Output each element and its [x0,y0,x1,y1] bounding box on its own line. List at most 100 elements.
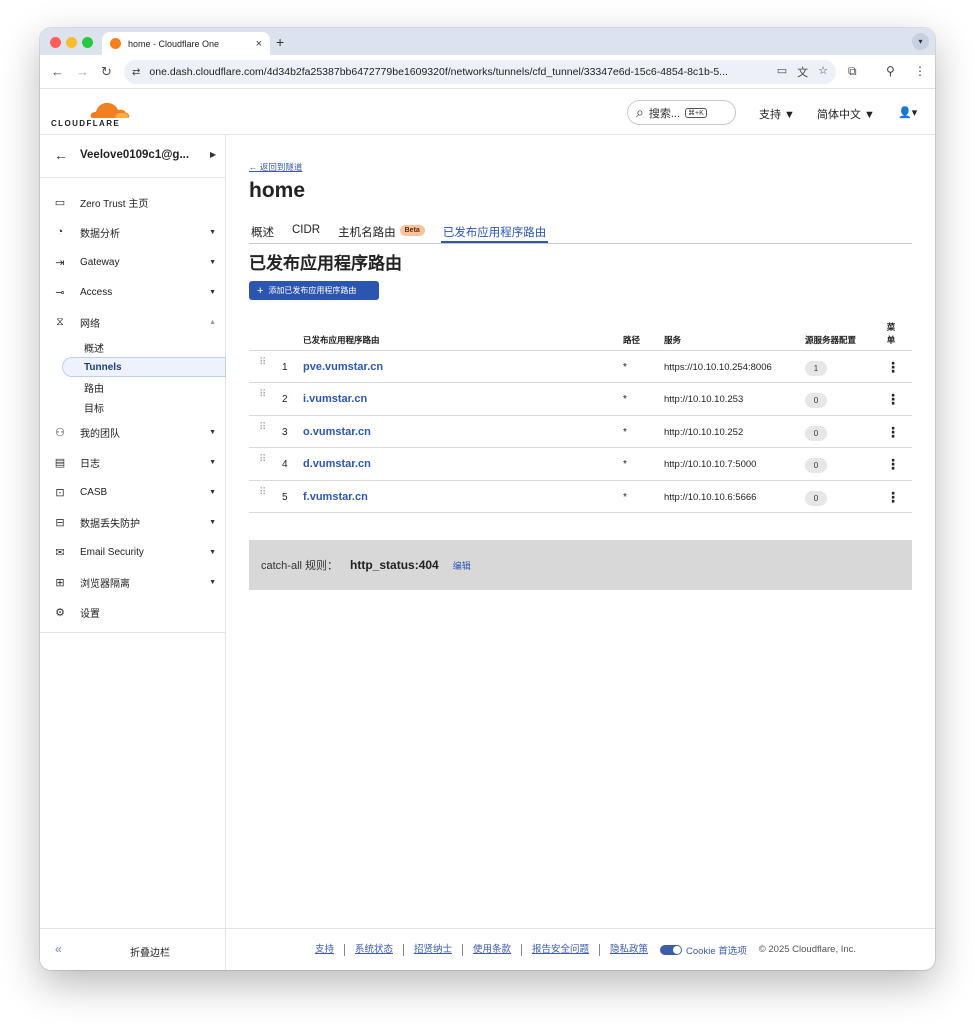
profile-icon[interactable]: ⚲ [886,64,895,78]
support-menu[interactable]: 支持 ▼ [759,106,795,122]
dlp-icon: ⊟ [55,516,65,529]
close-window-button[interactable] [50,37,61,48]
footer-link-security[interactable]: 报告安全问题 [522,943,601,956]
team-icon: ⚇ [55,426,65,439]
route-hostname-link[interactable]: d.vumstar.cn [303,458,371,470]
language-menu[interactable]: 简体中文 ▼ [817,106,875,122]
kebab-menu-icon[interactable]: ⋮ [886,456,900,473]
origin-config-badge: 1 [805,361,827,376]
cookie-preferences-button[interactable]: Cookie 首选项 [658,943,755,957]
address-bar[interactable]: ⇄ one.dash.cloudflare.com/4d34b2fa25387b… [124,60,836,84]
tab-hostname-routes[interactable]: 主机名路由 Beta [336,217,427,243]
plus-icon: + [257,284,264,297]
back-icon[interactable]: ← [51,64,64,79]
kebab-menu-icon[interactable]: ⋮ [886,391,900,408]
sidebar-item-label: 浏览器隔离 [80,578,130,590]
sidebar-item-settings[interactable]: ⚙ 设置 [40,597,226,627]
search-button[interactable]: ⌕ 搜索... ⌘+K [627,100,736,125]
tab-cidr[interactable]: CIDR [290,217,322,243]
route-hostname-link[interactable]: f.vumstar.cn [303,491,368,503]
sidebar-nav: ▭ Zero Trust 主页 ◔ 数据分析 ▼ ⇥ Gateway ▼ ⊸ A… [40,187,226,627]
footer-link-careers[interactable]: 招贤纳士 [404,943,463,956]
reload-icon[interactable]: ↻ [101,64,112,80]
sidebar-item-logs[interactable]: ▤ 日志 ▼ [40,447,226,477]
section-title: 已发布应用程序路由 [249,254,402,273]
sidebar-item-browser-isolation[interactable]: ⊞ 浏览器隔离 ▼ [40,567,226,597]
sidebar-item-home[interactable]: ▭ Zero Trust 主页 [40,187,226,217]
user-menu-icon[interactable]: 👤▾ [898,106,917,119]
browser-tab[interactable]: home - Cloudflare One × [102,32,270,55]
collapse-sidebar-button[interactable]: « 折叠边栏 [40,928,226,970]
back-arrow-icon[interactable]: ← [54,147,68,163]
tab-published-app-routes[interactable]: 已发布应用程序路由 [440,217,549,243]
sidebar-item-label: Zero Trust 主页 [80,198,149,210]
forward-icon[interactable]: → [76,64,89,79]
footer-link-status[interactable]: 系统状态 [345,943,404,956]
cast-icon[interactable]: ▭ [777,64,787,80]
drag-handle-icon[interactable]: ⠿ [259,358,269,368]
settings-icon: ⚙ [55,606,65,619]
footer-link-terms[interactable]: 使用条款 [463,943,522,956]
route-hostname-link[interactable]: o.vumstar.cn [303,426,371,438]
sidebar-item-team[interactable]: ⚇ 我的团队 ▼ [40,417,226,447]
row-number: 5 [282,491,288,503]
bookmark-star-icon[interactable]: ☆ [818,64,828,80]
route-service: http://10.10.10.6:5666 [664,491,757,503]
footer-link-support[interactable]: 支持 [305,943,345,956]
footer-link-privacy[interactable]: 隐私政策 [600,944,658,956]
route-hostname-link[interactable]: pve.vumstar.cn [303,361,383,373]
drag-handle-icon[interactable]: ⠿ [259,455,269,465]
account-name: Veelove0109c1@g... [80,149,190,161]
sidebar-subitem-routes[interactable]: 路由 [40,377,226,397]
tab-close-icon[interactable]: × [256,38,262,50]
route-path: * [623,459,627,471]
sidebar-item-dlp[interactable]: ⊟ 数据丢失防护 ▼ [40,507,226,537]
cloudflare-logo[interactable]: CLOUDFLARE [51,96,131,130]
browser-menu-icon[interactable]: ⋮ [914,64,926,78]
analytics-icon: ◔ [56,226,64,238]
row-number: 2 [282,394,288,406]
url-text: one.dash.cloudflare.com/4d34b2fa25387bb6… [149,66,728,78]
kebab-menu-icon[interactable]: ⋮ [886,489,900,506]
site-info-icon[interactable]: ⇄ [132,67,140,78]
sidebar: ← Veelove0109c1@g... ▶ ▭ Zero Trust 主页 ◔… [40,135,226,970]
account-switcher[interactable]: ← Veelove0109c1@g... ▶ [40,135,226,178]
new-tab-button[interactable]: + [276,34,284,50]
drag-handle-icon[interactable]: ⠿ [259,422,269,432]
tab-label: CIDR [292,224,321,236]
kebab-menu-icon[interactable]: ⋮ [886,359,900,376]
sidebar-item-email-security[interactable]: ✉ Email Security ▼ [40,537,226,567]
chevron-down-icon: ▼ [209,548,216,556]
drag-handle-icon[interactable]: ⠿ [259,487,269,497]
browser-toolbar: ← → ↻ ⇄ one.dash.cloudflare.com/4d34b2fa… [40,55,935,89]
caret-right-icon: ▶ [210,150,217,159]
add-route-button[interactable]: + 添加已发布应用程序路由 [249,281,379,300]
sidebar-subitem-overview[interactable]: 概述 [40,337,226,357]
sidebar-item-access[interactable]: ⊸ Access ▼ [40,277,226,307]
back-to-tunnels-link[interactable]: ← 返回到隧道 [249,161,302,173]
tab-search-icon[interactable]: ▾ [912,33,929,50]
kebab-menu-icon[interactable]: ⋮ [886,424,900,441]
drag-handle-icon[interactable]: ⠿ [259,390,269,400]
route-path: * [623,426,627,438]
translate-icon[interactable]: 文 [797,64,808,80]
route-hostname-link[interactable]: i.vumstar.cn [303,393,367,405]
sidebar-item-analytics[interactable]: ◔ 数据分析 ▼ [40,217,226,247]
catch-all-edit-link[interactable]: 编辑 [453,559,471,572]
sidebar-item-casb[interactable]: ⊡ CASB ▼ [40,477,226,507]
sidebar-item-gateway[interactable]: ⇥ Gateway ▼ [40,247,226,277]
catch-all-label: catch-all 规则： [261,560,339,572]
maximize-window-button[interactable] [82,37,93,48]
sidebar-subitem-targets[interactable]: 目标 [40,397,226,417]
row-number: 3 [282,426,288,438]
search-label: 搜索... [648,107,681,120]
tunnel-tabs: 概述 CIDR 主机名路由 Beta 已发布应用程序路由 [249,217,912,244]
sidebar-subitem-tunnels[interactable]: Tunnels [62,357,226,377]
origin-config-badge: 0 [805,425,827,441]
minimize-window-button[interactable] [66,37,77,48]
sidebar-item-network[interactable]: ⧖ 网络 ▲ [40,307,226,337]
extensions-icon[interactable]: ⧉ [848,64,857,79]
tab-overview[interactable]: 概述 [249,217,276,243]
route-path: * [623,491,627,503]
chevron-down-icon: ▼ [209,488,216,496]
